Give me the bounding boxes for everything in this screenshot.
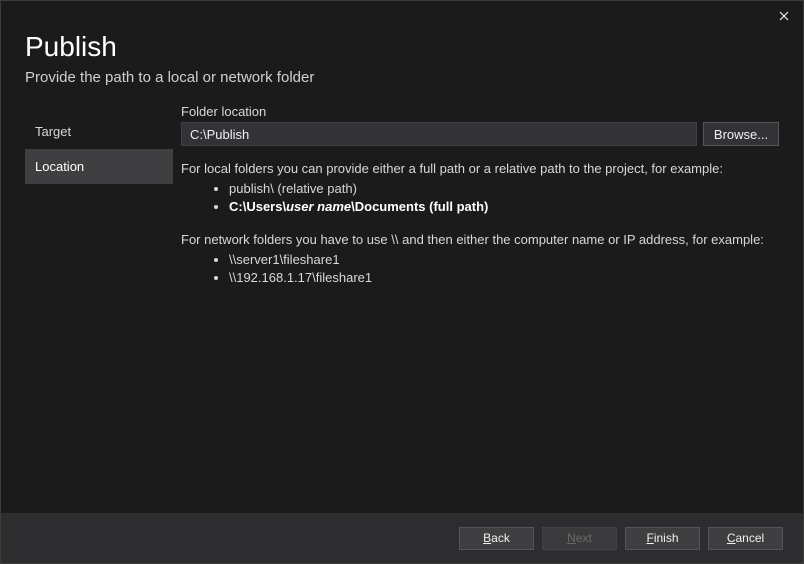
next-button: Next (542, 527, 617, 550)
step-target[interactable]: Target (25, 114, 173, 149)
dialog-subtitle: Provide the path to a local or network f… (25, 69, 779, 86)
help-example-network-ip: \\192.168.1.17\fileshare1 (229, 269, 779, 287)
browse-button[interactable]: Browse... (703, 122, 779, 146)
wizard-steps-sidebar: Target Location (25, 104, 173, 301)
browse-button-label: Browse... (714, 127, 768, 142)
main-panel: Folder location Browse... For local fold… (173, 104, 779, 301)
help-network-intro: For network folders you have to use \\ a… (181, 231, 779, 249)
folder-location-label: Folder location (181, 104, 779, 119)
help-text: For local folders you can provide either… (181, 160, 779, 287)
help-local-intro: For local folders you can provide either… (181, 160, 779, 178)
cancel-button[interactable]: Cancel (708, 527, 783, 550)
close-icon[interactable] (767, 3, 801, 29)
back-button[interactable]: Back (459, 527, 534, 550)
step-location[interactable]: Location (25, 149, 173, 184)
publish-dialog: Publish Provide the path to a local or n… (0, 0, 804, 564)
dialog-header: Publish Provide the path to a local or n… (1, 1, 803, 94)
dialog-footer: Back Next Finish Cancel (1, 513, 803, 563)
help-example-network-name: \\server1\fileshare1 (229, 251, 779, 269)
dialog-title: Publish (25, 31, 779, 63)
finish-button[interactable]: Finish (625, 527, 700, 550)
folder-location-input[interactable] (181, 122, 697, 146)
help-example-relative: publish\ (relative path) (229, 180, 779, 198)
help-example-full: C:\Users\user name\Documents (full path) (229, 198, 779, 216)
